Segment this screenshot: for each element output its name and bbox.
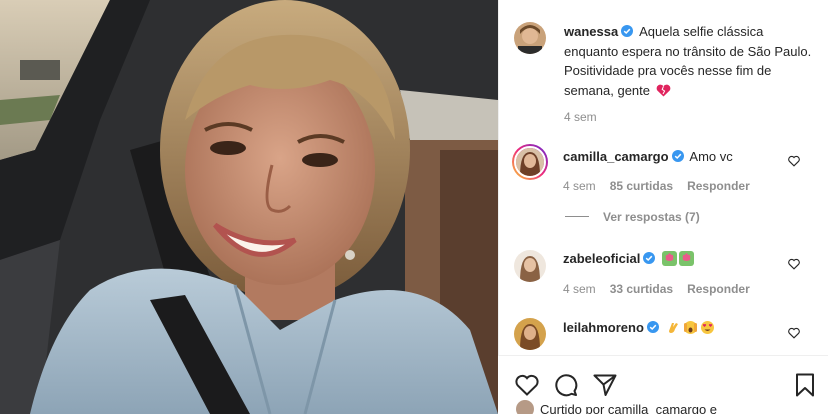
heart-eyes-emoji-icon — [700, 321, 714, 334]
verified-badge-icon — [621, 25, 634, 37]
comment-zabele: zabeleoficial — [563, 251, 696, 266]
comment-likes-count[interactable]: 33 curtidas — [610, 282, 673, 296]
selfie-image — [0, 0, 498, 414]
face-with-hands-emoji-icon — [683, 321, 697, 334]
author-avatar[interactable] — [514, 22, 546, 54]
liked-by-avatar[interactable] — [516, 400, 534, 414]
liked-by-text[interactable]: Curtido por camilla_camargo e — [540, 402, 717, 414]
comment-username[interactable]: camilla_camargo — [563, 149, 669, 164]
comment-likes-count[interactable]: 85 curtidas — [610, 179, 673, 193]
verified-badge-icon — [646, 321, 659, 333]
comment-time: 4 sem — [563, 282, 596, 296]
broken-heart-emoji-icon — [656, 84, 670, 96]
reply-button[interactable]: Responder — [687, 282, 750, 296]
post-caption: wanessa Aquela selfie clássica enquanto … — [564, 22, 814, 100]
replies-divider-line — [565, 216, 589, 217]
tulip-emoji-icon — [678, 251, 694, 266]
comment-meta: 4 sem 33 curtidas Responder — [563, 282, 750, 296]
post-time-text: 4 sem — [564, 110, 597, 124]
post-photo[interactable] — [0, 0, 498, 414]
comment-text: Amo vc — [689, 149, 733, 164]
comment-bubble-icon[interactable] — [553, 372, 579, 398]
tulip-emoji-icon — [661, 251, 677, 266]
comment-leilah: leilahmoreno — [563, 320, 717, 335]
like-comment-heart-icon[interactable] — [788, 155, 800, 167]
zabele-avatar-image — [514, 250, 546, 282]
comment-meta: 4 sem 85 curtidas Responder — [563, 179, 750, 193]
comment-avatar-leilah[interactable] — [514, 318, 546, 350]
clapping-hands-emoji-icon — [668, 323, 678, 333]
post-timestamp: 4 sem — [564, 110, 597, 124]
view-replies-label: Ver respostas (7) — [603, 210, 700, 224]
comment-avatar-camilla[interactable] — [512, 144, 548, 180]
caption-username[interactable]: wanessa — [564, 24, 618, 39]
comment-time: 4 sem — [563, 179, 596, 193]
like-comment-heart-icon[interactable] — [788, 327, 800, 339]
reply-button[interactable]: Responder — [687, 179, 750, 193]
comment-camilla: camilla_camargo Amo vc — [563, 148, 733, 166]
comment-avatar-zabele[interactable] — [514, 250, 546, 282]
liked-by-line: Curtido por camilla_camargo e — [516, 400, 717, 414]
camilla-avatar-image — [516, 148, 544, 176]
leilah-avatar-image — [514, 318, 546, 350]
save-bookmark-icon[interactable] — [792, 372, 818, 398]
share-paper-plane-icon[interactable] — [592, 372, 618, 398]
like-post-heart-icon[interactable] — [514, 372, 540, 398]
comment-username[interactable]: leilahmoreno — [563, 320, 644, 335]
view-replies-button[interactable]: Ver respostas (7) — [565, 210, 700, 224]
author-avatar-image — [514, 22, 546, 54]
verified-badge-icon — [643, 252, 656, 264]
verified-badge-icon — [671, 150, 684, 162]
comment-username[interactable]: zabeleoficial — [563, 251, 640, 266]
like-comment-heart-icon[interactable] — [788, 258, 800, 270]
